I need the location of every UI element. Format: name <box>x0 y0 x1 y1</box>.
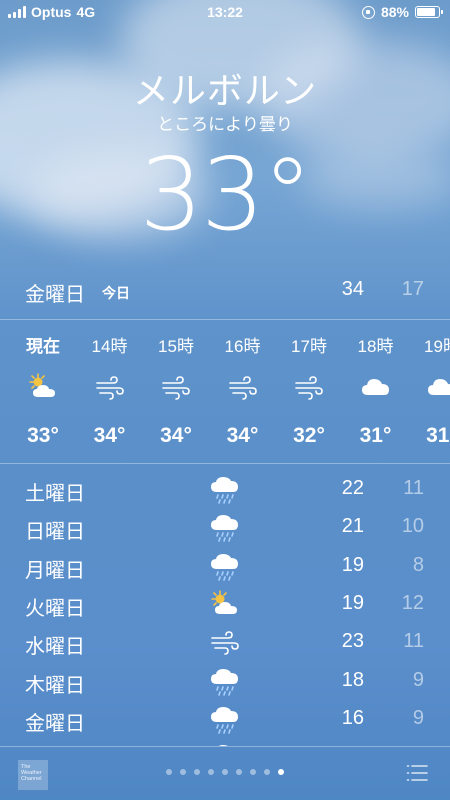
daily-row: 日曜日 21 10 <box>0 508 450 546</box>
daily-forecast[interactable]: 土曜日 22 11 日曜日 21 10 月曜日 19 8 火曜日 19 12 水曜日 23 11 木曜日 18 9… <box>0 470 450 746</box>
cloud-icon <box>343 372 409 402</box>
battery-percent: 88% <box>380 4 409 20</box>
weather-condition: ところにより曇り <box>157 115 293 134</box>
hour-temperature: 32° <box>293 424 325 447</box>
battery-icon <box>415 6 443 18</box>
day-low: 12 <box>401 591 424 614</box>
hour-temperature: 34° <box>226 424 259 447</box>
day-name: 土曜日 <box>25 483 85 505</box>
hour-label: 14時 <box>91 337 128 356</box>
day-high: 18 <box>341 668 364 691</box>
day-name: 火曜日 <box>25 597 85 620</box>
hour-temperature: 34° <box>160 424 192 447</box>
day-high: 16 <box>341 706 364 729</box>
hourly-item: 17時 32° <box>276 320 342 463</box>
page-dot[interactable] <box>180 769 186 775</box>
hour-temperature: 31° <box>426 424 450 447</box>
hour-label: 18時 <box>357 337 394 356</box>
hour-temperature: 34° <box>93 424 126 447</box>
page-dot[interactable] <box>208 769 214 775</box>
hourly-item: 16時 34° <box>210 320 276 463</box>
current-temperature: 33° <box>139 136 312 253</box>
hour-label: 16時 <box>224 337 261 356</box>
cloud-rain-icon <box>208 704 242 734</box>
hour-temperature: 31° <box>359 424 392 447</box>
cloud-rain-icon <box>208 474 242 504</box>
sun-cloud-icon <box>10 372 76 402</box>
hour-label: 現在 <box>26 337 60 356</box>
day-high: 19 <box>341 591 364 614</box>
cloud-rain-icon <box>208 551 242 581</box>
hour-label: 15時 <box>158 337 194 356</box>
day-low: 11 <box>403 477 424 499</box>
page-dot[interactable] <box>222 769 228 775</box>
page-dot[interactable] <box>264 769 270 775</box>
sun-cloud-icon <box>208 589 242 619</box>
day-high: 19 <box>341 553 364 576</box>
hourly-item: 14時 34° <box>77 320 143 463</box>
wind-icon <box>77 372 143 402</box>
day-low: 9 <box>412 668 424 691</box>
hourly-forecast[interactable]: 現在 33° 14時 34° 15時 34° 16時 34° 17時 32° 18時 31° 19時 31… <box>0 320 450 463</box>
page-indicator[interactable] <box>0 769 450 775</box>
cloud-rain-icon <box>208 666 242 696</box>
daily-row: 土曜日 22 11 <box>0 470 450 508</box>
hourly-item: 15時 34° <box>143 320 209 463</box>
cloud-rain-icon <box>208 512 242 543</box>
day-low: 9 <box>412 706 424 729</box>
page-dot[interactable] <box>250 769 256 775</box>
day-name: 金曜日 <box>25 712 85 735</box>
hourly-item: 18時 31° <box>343 320 409 463</box>
daily-row: 金曜日 16 9 <box>0 700 450 738</box>
page-dot[interactable] <box>166 769 172 775</box>
day-name: 木曜日 <box>25 674 85 697</box>
day-high: 23 <box>341 630 364 653</box>
page-dot[interactable] <box>194 769 200 775</box>
day-low: 11 <box>403 630 424 653</box>
day-high: 22 <box>341 477 364 499</box>
day-low: 10 <box>401 515 424 538</box>
wind-icon <box>210 372 276 402</box>
rotation-lock-icon <box>361 5 375 19</box>
hour-temperature: 33° <box>27 424 59 447</box>
daily-row: 火曜日 19 12 <box>0 585 450 623</box>
list-icon[interactable] <box>406 764 428 782</box>
day-name: 水曜日 <box>25 636 85 659</box>
bottom-bar: The Weather Channel <box>0 747 450 800</box>
today-day: 金曜日 <box>25 284 85 306</box>
daily-row <box>0 738 450 746</box>
day-name: 月曜日 <box>25 559 85 582</box>
hour-label: 19時 <box>424 337 450 356</box>
day-low: 8 <box>412 553 424 576</box>
hourly-item: 現在 33° <box>10 320 76 463</box>
today-low: 17 <box>401 278 424 300</box>
hourly-item: 19時 31° <box>409 320 450 463</box>
cloud-icon <box>409 372 450 402</box>
wind-icon <box>276 372 342 402</box>
page-dot[interactable] <box>236 769 242 775</box>
today-high: 34 <box>341 278 364 300</box>
divider <box>0 463 450 464</box>
status-bar: Optus 4G 13:22 88% <box>0 0 450 24</box>
weather-channel-logo[interactable]: The Weather Channel <box>18 760 48 790</box>
city-name: メルボルン <box>132 70 318 111</box>
hour-label: 17時 <box>291 337 327 356</box>
daily-row: 木曜日 18 9 <box>0 662 450 700</box>
today-label: 今日 <box>102 285 130 301</box>
daily-row: 月曜日 19 8 <box>0 547 450 585</box>
today-summary: 金曜日 今日 34 17 <box>0 272 450 312</box>
page-dot[interactable] <box>278 769 284 775</box>
wind-icon <box>208 627 242 657</box>
day-name: 日曜日 <box>25 521 85 544</box>
daily-row: 水曜日 23 11 <box>0 623 450 661</box>
wind-icon <box>143 372 209 402</box>
day-high: 21 <box>341 515 364 538</box>
